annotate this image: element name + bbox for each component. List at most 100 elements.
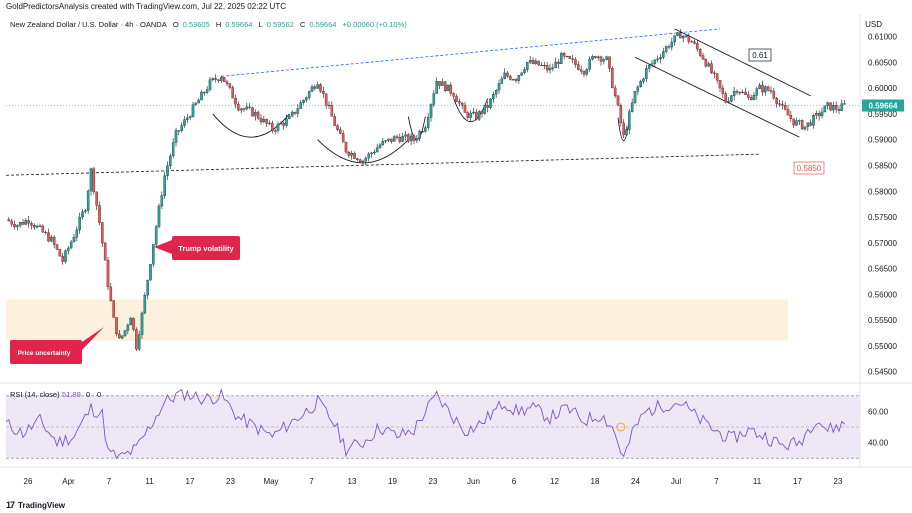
candle-body bbox=[188, 116, 192, 118]
price-tick-label: 0.56500 bbox=[868, 265, 897, 274]
candle-body bbox=[392, 136, 396, 142]
candle-body bbox=[616, 95, 620, 106]
candle-body bbox=[579, 69, 583, 72]
candle-body bbox=[307, 91, 311, 98]
candle-body bbox=[41, 225, 45, 233]
candle-body bbox=[256, 111, 260, 119]
candle-body bbox=[560, 53, 563, 64]
candle-body bbox=[322, 90, 325, 94]
candle-body bbox=[707, 63, 710, 67]
price-tick-label: 0.58500 bbox=[868, 161, 897, 170]
trump-callout-label: Trump volatility bbox=[178, 244, 234, 253]
lower-trendline bbox=[5, 153, 760, 176]
candle-body bbox=[200, 91, 203, 101]
candle-body bbox=[509, 76, 512, 80]
candle-body bbox=[817, 113, 821, 117]
candle-body bbox=[441, 81, 444, 86]
candle-body bbox=[489, 98, 492, 108]
candle-body bbox=[273, 130, 277, 132]
price-tick-label: 0.56000 bbox=[868, 290, 897, 299]
candle-body bbox=[38, 225, 42, 227]
candle-body bbox=[523, 69, 526, 73]
candle-body bbox=[367, 153, 370, 159]
rsi-legend-extra: 0 bbox=[86, 390, 90, 399]
candle-body bbox=[789, 115, 793, 119]
candle-body bbox=[656, 58, 659, 61]
price-tick-label: 0.55500 bbox=[868, 316, 897, 325]
candle-body bbox=[837, 109, 841, 111]
candle-body bbox=[126, 324, 130, 331]
candle-body bbox=[611, 68, 614, 89]
candle-body bbox=[313, 86, 317, 89]
candle-body bbox=[92, 168, 96, 193]
candle-body bbox=[387, 138, 390, 141]
candle-body bbox=[449, 84, 453, 94]
candle-body bbox=[812, 114, 815, 126]
candle-body bbox=[234, 98, 237, 105]
candle-body bbox=[418, 131, 421, 139]
price-tick-label: 0.60000 bbox=[868, 84, 897, 93]
footer-brand[interactable]: 17 TradingView bbox=[6, 500, 65, 510]
demand-zone bbox=[6, 299, 788, 341]
candle-body bbox=[659, 57, 662, 60]
candle-body bbox=[477, 111, 481, 120]
candle-body bbox=[443, 81, 447, 92]
candle-body bbox=[268, 122, 271, 124]
candle-body bbox=[395, 136, 399, 138]
candle-body bbox=[330, 105, 334, 117]
candle-body bbox=[735, 91, 739, 93]
candle-body bbox=[69, 241, 73, 249]
price-tick-label: 0.61000 bbox=[868, 33, 897, 42]
candle-body bbox=[704, 59, 708, 67]
rsi-legend-value: 51.89 bbox=[62, 390, 81, 399]
price-chart[interactable]: RSI (14, close) 51.89 0 0 60.00 40.00 0.61000… bbox=[0, 0, 912, 513]
candle-body bbox=[166, 165, 169, 176]
candle-body bbox=[341, 133, 345, 143]
candle-body bbox=[157, 205, 161, 227]
candle-body bbox=[370, 152, 373, 154]
candle-body bbox=[18, 222, 22, 226]
candle-body bbox=[305, 97, 308, 101]
time-axis[interactable]: 26 Apr 7 11 17 23 May 7 13 19 23 Jun 6 12 18 24 Jul 7 11 17… bbox=[24, 477, 843, 486]
candle-body bbox=[112, 300, 115, 318]
candle-body bbox=[783, 105, 787, 110]
candle-body bbox=[103, 242, 107, 261]
candle-body bbox=[486, 104, 489, 108]
candle-body bbox=[792, 118, 795, 126]
candle-body bbox=[613, 87, 617, 97]
candle-body bbox=[795, 120, 798, 126]
candle-body bbox=[58, 249, 62, 257]
candle-body bbox=[492, 94, 495, 100]
price-axis[interactable]: 0.610000.605000.600000.595000.590000.585… bbox=[868, 33, 897, 377]
time-tick-label: 6 bbox=[512, 477, 517, 486]
candle-body bbox=[293, 111, 297, 114]
candle-body bbox=[545, 65, 549, 71]
candle-body bbox=[622, 122, 625, 136]
candle-body bbox=[701, 55, 705, 60]
candle-body bbox=[426, 117, 430, 128]
candle-body bbox=[245, 106, 249, 110]
candle-body bbox=[738, 92, 742, 94]
candle-body bbox=[364, 157, 368, 162]
candle-body bbox=[140, 312, 144, 335]
candle-body bbox=[503, 72, 506, 80]
candle-body bbox=[815, 113, 818, 116]
candle-body bbox=[299, 102, 302, 109]
candle-body bbox=[409, 135, 413, 142]
candle-body bbox=[809, 122, 812, 126]
candle-body bbox=[653, 59, 657, 64]
candle-body bbox=[137, 334, 141, 350]
candle-body bbox=[21, 222, 25, 225]
candle-body bbox=[727, 100, 730, 103]
candle-body bbox=[517, 75, 521, 81]
time-tick-label: 19 bbox=[388, 477, 397, 486]
candle-body bbox=[50, 236, 53, 242]
candle-body bbox=[174, 130, 178, 143]
candle-body bbox=[262, 119, 266, 123]
time-tick-label: 17 bbox=[186, 477, 195, 486]
candle-body bbox=[568, 56, 572, 59]
candle-body bbox=[231, 87, 234, 99]
candle-body bbox=[135, 329, 138, 350]
candle-body bbox=[480, 111, 484, 114]
candle-body bbox=[628, 111, 631, 130]
